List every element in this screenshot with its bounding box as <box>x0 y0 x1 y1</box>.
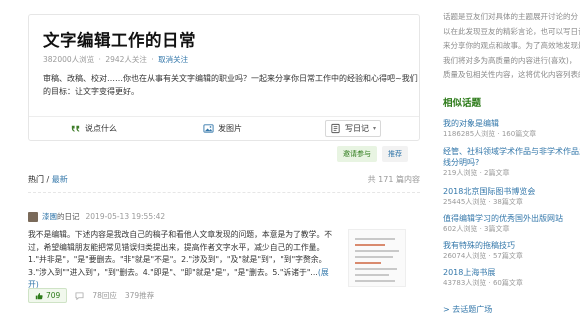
avatar[interactable] <box>28 211 38 222</box>
similar-topic-meta: 25445人浏览 · 38篇文章 <box>443 198 523 206</box>
similar-topic-meta: 602人浏览 · 3篇文章 <box>443 225 510 233</box>
divider <box>28 192 420 193</box>
similar-topic-link[interactable]: 2018北京国际图书博览会 <box>443 186 535 197</box>
topic-tag-row: 邀请参与 推荐 <box>337 146 408 162</box>
similar-topic-meta: 43783人浏览 · 60篇文章 <box>443 279 523 287</box>
list-item: 我有特殊的拖稿技巧 26074人浏览 · 57篇文章 <box>443 240 523 262</box>
similar-topics-heading: 相似话题 <box>443 98 482 109</box>
similar-topic-meta: 26074人浏览 · 57篇文章 <box>443 252 523 260</box>
say-something-button[interactable]: 说点什么 <box>29 117 158 140</box>
similar-topic-link[interactable]: 2018上海书展 <box>443 267 523 278</box>
intro-line: 质量及包相关性内容，这将优化内容列表的 <box>443 70 580 79</box>
like-button[interactable]: 709 <box>28 288 68 303</box>
intro-line: 话题是豆友们对具体的主题展开讨论的分 <box>443 12 578 21</box>
list-item: 2018上海书展 43783人浏览 · 60篇文章 <box>443 267 523 289</box>
post-excerpt: 我不是编辑。下述内容是我改自己的稿子和看他人文章发现的问题，本意是为了教学。不过… <box>28 230 333 277</box>
post-author-name[interactable]: 漆園 <box>42 211 57 222</box>
sort-latest-tab[interactable]: 最新 <box>52 175 68 184</box>
meta-separator: · <box>98 55 101 64</box>
similar-topic-meta: 1186285人浏览 · 160篇文章 <box>443 130 537 138</box>
similar-topic-link[interactable]: 经管、社科领域学术作品与非学术作品之间， <box>443 146 580 157</box>
similar-topic-meta: 219人浏览 · 2篇文章 <box>443 169 510 177</box>
topic-views: 382000人浏览 <box>43 55 95 64</box>
topic-card: 文字编辑工作的日常 382000人浏览 · 2942人关注 · 取消关注 审稿、… <box>28 14 420 141</box>
image-icon <box>203 124 214 133</box>
say-something-label: 说点什么 <box>85 124 117 133</box>
post-image-label: 发图片 <box>218 124 242 133</box>
thumbs-up-icon <box>35 292 43 299</box>
list-item: 值得编辑学习的优秀国外出版网站 602人浏览 · 3篇文章 <box>443 213 563 235</box>
diary-icon <box>331 123 340 134</box>
invite-button[interactable]: 邀请参与 <box>337 146 377 162</box>
meta-separator: · <box>151 55 154 64</box>
like-count: 709 <box>46 291 61 300</box>
topic-intro: 话题是豆友们对具体的主题展开讨论的分 以在此发现豆友的精彩言论，也可以写日记 来… <box>443 10 580 83</box>
intro-line: 以在此发现豆友的精彩言论，也可以写日记 <box>443 26 580 36</box>
quote-icon <box>71 125 80 132</box>
post-body: 我不是编辑。下述内容是我改自己的稿子和看他人文章发现的问题，本意是为了教学。不过… <box>28 229 336 292</box>
chevron-down-icon: ▾ <box>372 125 376 132</box>
topic-meta: 382000人浏览 · 2942人关注 · 取消关注 <box>43 54 188 65</box>
post-item: 漆園 的日记 2019-05-13 19:55:42 我不是编辑。下述内容是我改… <box>28 211 420 303</box>
list-item: 经管、社科领域学术作品与非学术作品之间， 线分明吗? 219人浏览 · 2篇文章 <box>443 146 580 179</box>
content-count: 共 171 篇内容 <box>367 175 420 184</box>
write-diary-button[interactable]: 写日记 ▾ <box>325 120 381 137</box>
post-time: 2019-05-13 19:55:42 <box>85 212 166 221</box>
list-item: 2018北京国际图书博览会 25445人浏览 · 38篇文章 <box>443 186 535 208</box>
post-kind: 的日记 <box>57 212 80 221</box>
post-footer: 709 78回应 379推荐 <box>28 288 154 303</box>
post-author-row: 漆園 的日记 2019-05-13 19:55:42 <box>28 211 420 222</box>
comment-icon <box>75 291 84 300</box>
similar-topic-link[interactable]: 值得编辑学习的优秀国外出版网站 <box>443 213 563 224</box>
sort-hot-tab[interactable]: 热门 <box>28 175 44 184</box>
topic-action-bar: 说点什么 发图片 写日记 ▾ <box>29 116 419 140</box>
similar-topic-link[interactable]: 我有特殊的拖稿技巧 <box>443 240 523 251</box>
similar-topic-link[interactable]: 我的对象是编辑 <box>443 118 536 129</box>
similar-topic-link-line2[interactable]: 线分明吗? <box>443 157 580 168</box>
topic-title: 文字编辑工作的日常 <box>43 31 196 50</box>
write-diary-label: 写日记 <box>344 124 369 133</box>
topic-description: 审稿、改稿、校对……你也在从事有关文字编辑的职业吗？一起来分享你日常工作中的经验… <box>43 74 418 96</box>
post-thumbnail[interactable] <box>348 229 406 287</box>
topic-followers: 2942人关注 <box>105 55 147 64</box>
intro-line: 我们将对多为高质量的内容进行(喜欢)， <box>443 55 577 65</box>
sort-separator: / <box>44 175 52 184</box>
recommend-button[interactable]: 推荐 <box>382 146 408 162</box>
intro-line: 来分享你的观点和故事。为了高效地发现最 <box>443 41 580 50</box>
post-image-button[interactable]: 发图片 <box>158 117 287 140</box>
list-item: 我的对象是编辑 1186285人浏览 · 160篇文章 <box>443 118 536 140</box>
reply-count[interactable]: 78回应 <box>92 290 117 301</box>
unfollow-link[interactable]: 取消关注 <box>158 55 188 64</box>
topic-square-link[interactable]: > 去话题广场 <box>443 304 492 315</box>
recommend-count[interactable]: 379推荐 <box>125 290 154 301</box>
sort-bar: 热门 / 最新 共 171 篇内容 <box>28 174 420 185</box>
